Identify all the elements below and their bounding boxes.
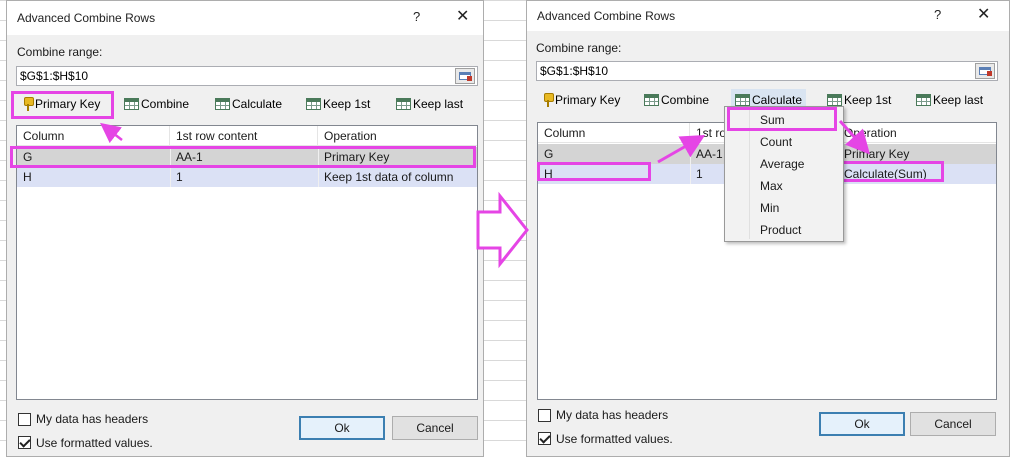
column-header-operation[interactable]: Operation xyxy=(318,126,477,146)
column-header-column[interactable]: Column xyxy=(17,126,170,146)
table-header: Column 1st row content Operation xyxy=(17,126,477,146)
my-data-has-headers-checkbox[interactable] xyxy=(18,413,31,426)
keep-1st-button[interactable]: Keep 1st xyxy=(306,93,370,115)
dialog-title: Advanced Combine Rows xyxy=(17,11,156,25)
highlight-sum xyxy=(727,107,837,131)
combine-range-label: Combine range: xyxy=(536,41,622,55)
help-button[interactable]: ? xyxy=(934,7,941,22)
cancel-button[interactable]: Cancel xyxy=(910,412,996,436)
combine-button[interactable]: Combine xyxy=(124,93,189,115)
highlight-column-h xyxy=(537,162,651,181)
column-header-operation[interactable]: Operation xyxy=(838,123,996,143)
highlight-row-g xyxy=(10,146,476,168)
primary-key-button[interactable]: Primary Key xyxy=(543,89,620,111)
cell-1st-row: 1 xyxy=(176,170,183,184)
advanced-combine-rows-dialog-before: Advanced Combine Rows ? ✕ Combine range:… xyxy=(6,0,484,457)
help-button[interactable]: ? xyxy=(413,9,420,24)
calculate-button[interactable]: Calculate xyxy=(215,93,282,115)
cancel-button[interactable]: Cancel xyxy=(392,416,478,440)
combine-label: Combine xyxy=(661,93,710,107)
table-grid-icon xyxy=(916,94,931,106)
table-grid-icon xyxy=(124,98,139,110)
table-grid-icon xyxy=(215,98,230,110)
keep-last-label: Keep last xyxy=(413,97,464,111)
range-select-icon[interactable] xyxy=(455,68,475,84)
table-grid-icon xyxy=(827,94,842,106)
highlight-primary-key xyxy=(11,91,114,119)
close-button[interactable]: ✕ xyxy=(456,6,469,26)
cell-column: H xyxy=(23,170,32,184)
use-formatted-values-label: Use formatted values. xyxy=(556,432,673,446)
column-header-column[interactable]: Column xyxy=(538,123,690,143)
use-formatted-values-label: Use formatted values. xyxy=(36,436,153,450)
keep-last-label: Keep last xyxy=(933,93,984,107)
table-grid-icon xyxy=(735,94,750,106)
menu-item-average[interactable]: Average xyxy=(760,157,804,171)
my-data-has-headers-checkbox[interactable] xyxy=(538,409,551,422)
combine-label: Combine xyxy=(141,97,190,111)
combine-button[interactable]: Combine xyxy=(644,89,709,111)
combine-range-label: Combine range: xyxy=(17,45,103,59)
dialog-title: Advanced Combine Rows xyxy=(537,9,676,23)
keep-last-button[interactable]: Keep last xyxy=(916,89,983,111)
combine-range-input[interactable]: $G$1:$H$10 xyxy=(536,61,998,81)
range-select-icon[interactable] xyxy=(975,63,995,79)
use-formatted-values-checkbox[interactable] xyxy=(538,432,551,445)
highlight-calculate-sum xyxy=(836,161,944,182)
menu-item-count[interactable]: Count xyxy=(760,135,792,149)
ok-button[interactable]: Ok xyxy=(819,412,905,436)
cell-column: G xyxy=(544,147,554,161)
ok-button[interactable]: Ok xyxy=(299,416,385,440)
keep-1st-label: Keep 1st xyxy=(844,93,892,107)
calculate-label: Calculate xyxy=(232,97,283,111)
menu-item-max[interactable]: Max xyxy=(760,179,783,193)
menu-item-min[interactable]: Min xyxy=(760,201,779,215)
my-data-has-headers-label: My data has headers xyxy=(556,408,669,422)
use-formatted-values-checkbox[interactable] xyxy=(18,436,31,449)
cell-operation: Keep 1st data of column xyxy=(324,170,454,184)
key-icon xyxy=(543,93,554,107)
dialog-titlebar: Advanced Combine Rows ? ✕ xyxy=(7,1,483,35)
table-grid-icon xyxy=(306,98,321,110)
keep-1st-label: Keep 1st xyxy=(323,97,371,111)
dialog-titlebar: Advanced Combine Rows ? ✕ xyxy=(527,1,1009,31)
keep-last-button[interactable]: Keep last xyxy=(396,93,463,115)
my-data-has-headers-label: My data has headers xyxy=(36,412,149,426)
primary-key-label: Primary Key xyxy=(555,93,621,107)
table-row[interactable]: H 1 Keep 1st data of column xyxy=(17,167,477,187)
combine-range-input[interactable]: $G$1:$H$10 xyxy=(16,66,478,86)
calculate-label: Calculate xyxy=(752,93,803,107)
table-grid-icon xyxy=(396,98,411,110)
close-button[interactable]: ✕ xyxy=(977,4,990,24)
menu-item-product[interactable]: Product xyxy=(760,223,801,237)
sheet-grid-middle xyxy=(484,0,526,457)
table-grid-icon xyxy=(644,94,659,106)
column-header-1st-row[interactable]: 1st row content xyxy=(170,126,318,146)
